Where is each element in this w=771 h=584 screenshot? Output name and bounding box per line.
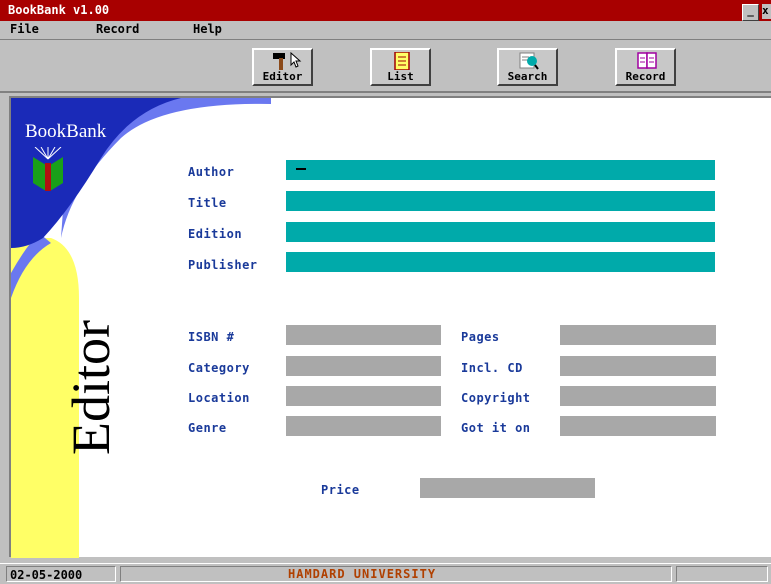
list-button-label: List <box>387 70 414 83</box>
record-button-label: Record <box>625 70 666 83</box>
category-label: Category <box>188 361 250 375</box>
genre-field[interactable] <box>286 416 441 436</box>
search-icon <box>519 52 539 70</box>
location-label: Location <box>188 391 250 405</box>
editor-button[interactable]: Editor <box>252 48 313 86</box>
open-book-icon <box>637 52 657 69</box>
edition-label: Edition <box>188 227 243 241</box>
pages-field[interactable] <box>560 325 716 345</box>
hammer-icon <box>273 52 302 70</box>
publisher-field[interactable] <box>286 252 715 272</box>
menu-record[interactable]: Record <box>96 22 139 36</box>
list-icon <box>394 52 410 70</box>
location-field[interactable] <box>286 386 441 406</box>
record-button[interactable]: Record <box>615 48 676 86</box>
editor-button-label: Editor <box>262 70 303 83</box>
menu-help[interactable]: Help <box>193 22 222 36</box>
menu-file[interactable]: File <box>10 22 39 36</box>
search-button[interactable]: Search <box>497 48 558 86</box>
price-field[interactable] <box>420 478 595 498</box>
status-date: 02-05-2000 <box>10 568 83 582</box>
got-it-on-label: Got it on <box>461 421 531 435</box>
book-logo-icon <box>33 147 63 191</box>
status-organization: HAMDARD UNIVERSITY <box>288 567 437 581</box>
section-title: Editor <box>61 320 121 455</box>
incl-cd-label: Incl. CD <box>461 361 523 375</box>
app-title: BookBank v1.00 <box>8 3 110 17</box>
author-label: Author <box>188 165 235 179</box>
search-button-label: Search <box>507 70 548 83</box>
list-button[interactable]: List <box>370 48 431 86</box>
title-bar <box>0 0 771 21</box>
close-button[interactable]: x <box>762 4 771 19</box>
genre-label: Genre <box>188 421 227 435</box>
pages-label: Pages <box>461 330 500 344</box>
status-extra-cell <box>676 566 768 582</box>
got-it-on-field[interactable] <box>560 416 716 436</box>
isbn-field[interactable] <box>286 325 441 345</box>
category-field[interactable] <box>286 356 441 376</box>
text-cursor <box>296 168 306 170</box>
title-label: Title <box>188 196 227 210</box>
price-label: Price <box>321 483 360 497</box>
copyright-field[interactable] <box>560 386 716 406</box>
edition-field[interactable] <box>286 222 715 242</box>
publisher-label: Publisher <box>188 258 258 272</box>
brand-name: BookBank <box>25 121 107 142</box>
copyright-label: Copyright <box>461 391 531 405</box>
title-field[interactable] <box>286 191 715 211</box>
author-field[interactable] <box>286 160 715 180</box>
incl-cd-field[interactable] <box>560 356 716 376</box>
isbn-label: ISBN # <box>188 330 235 344</box>
minimize-button[interactable]: _ <box>742 4 759 21</box>
